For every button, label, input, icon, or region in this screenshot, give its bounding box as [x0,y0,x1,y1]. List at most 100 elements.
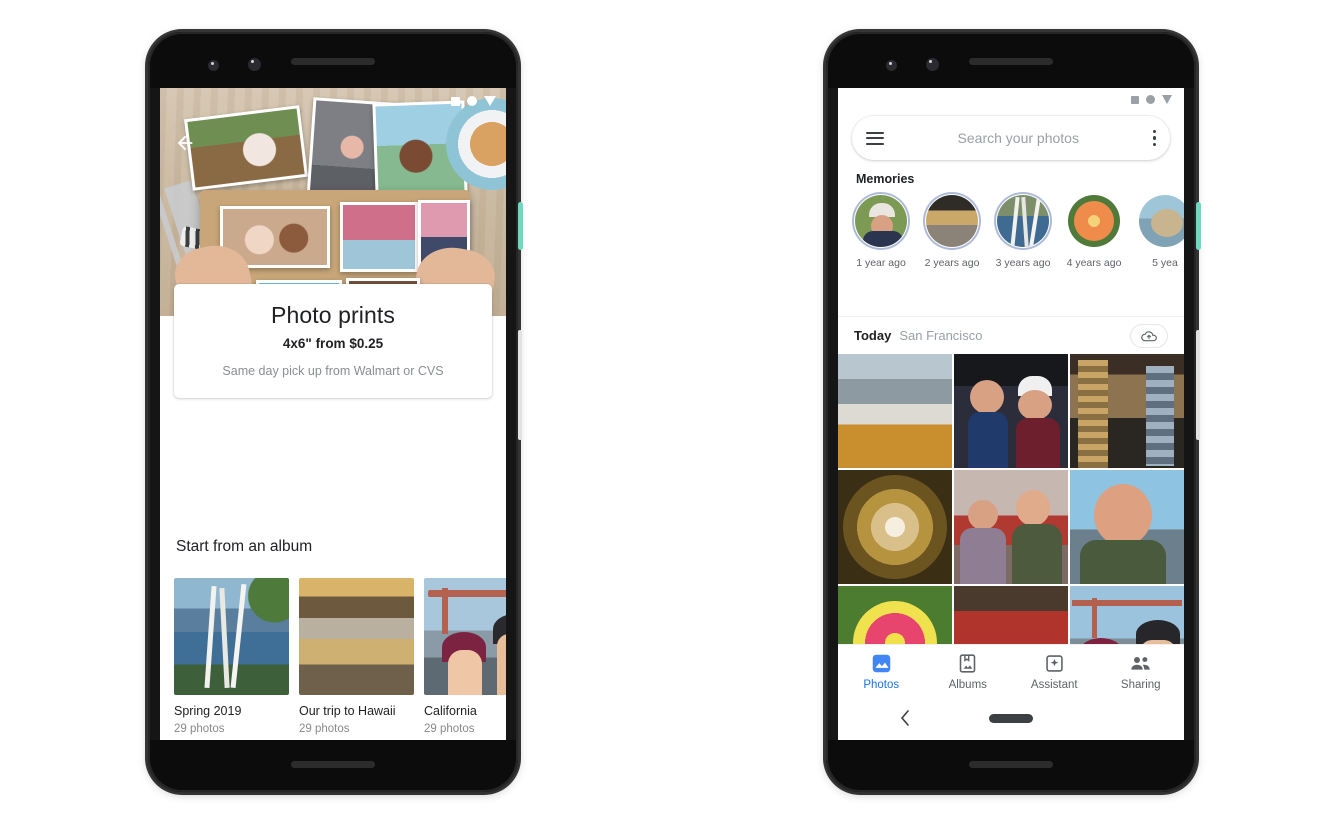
album-thumbnail [299,578,414,695]
front-camera-secondary-icon [248,58,261,71]
memory-ring [994,192,1052,250]
scrollbar-track[interactable] [518,330,522,440]
status-bar [1131,95,1172,104]
square-icon [1131,95,1139,104]
nav-label: Albums [948,678,987,691]
photo-cell[interactable] [1070,354,1184,468]
front-camera-secondary-icon [926,58,939,71]
memory-thumbnail [1068,195,1120,247]
chevron-left-icon[interactable] [900,710,910,731]
memory-thumbnail [855,195,907,247]
album-title: California [424,704,477,718]
nav-item-photos[interactable]: Photos [838,653,925,691]
bottom-speaker [291,761,375,768]
photo-prints-card[interactable]: Photo prints 4x6" from $0.25 Same day pi… [174,284,492,398]
more-vert-icon[interactable] [1152,129,1156,147]
photo-grid[interactable] [838,354,1184,644]
print-store-page: Photo prints 4x6" from $0.25 Same day pi… [160,88,506,740]
photo-cell[interactable] [954,586,1068,644]
memory-item[interactable]: 1 year ago [852,192,910,269]
album-thumbnail [424,578,506,695]
nav-item-assistant[interactable]: Assistant [1011,653,1098,691]
collage-photo [184,105,308,191]
search-bar[interactable]: Search your photos [852,116,1170,160]
left-phone-screen: Photo prints 4x6" from $0.25 Same day pi… [160,88,506,740]
memories-heading: Memories [856,172,915,186]
memory-label: 3 years ago [995,257,1051,269]
triangle-icon [1162,95,1172,104]
front-camera-icon [208,60,219,71]
scrollbar-thumb[interactable] [1196,202,1201,250]
nav-item-albums[interactable]: Albums [925,653,1012,691]
album-photo-count: 29 photos [299,723,350,735]
photo-cell[interactable] [838,470,952,584]
nav-label: Assistant [1030,678,1078,691]
memory-item[interactable]: 3 years ago [994,192,1052,269]
left-phone-device: Photo prints 4x6" from $0.25 Same day pi… [148,32,518,792]
nav-label: Photos [863,678,900,691]
photo-cell[interactable] [1070,586,1184,644]
circle-icon [1146,95,1155,104]
photo-cell[interactable] [1070,470,1184,584]
right-phone-device: Search your photos Memories 1 year ago 2… [826,32,1196,792]
photo-prints-title: Photo prints [271,302,395,328]
memory-item[interactable]: 2 years ago [923,192,981,269]
sharing-icon [1098,653,1185,675]
photo-cell[interactable] [954,470,1068,584]
memory-thumbnail [997,195,1049,247]
memory-ring [923,192,981,250]
front-camera-icon [886,60,897,71]
albums-icon [925,653,1012,675]
album-photo-count: 29 photos [424,723,475,735]
cloud-upload-icon[interactable] [1130,323,1168,348]
memory-label: 4 years ago [1066,257,1122,269]
album-title: Spring 2019 [174,704,242,718]
nav-item-sharing[interactable]: Sharing [1098,653,1185,691]
photo-prints-price: 4x6" from $0.25 [282,336,384,351]
memory-label: 2 years ago [924,257,980,269]
day-label: Today [854,328,892,343]
bottom-speaker [969,761,1053,768]
square-icon [451,96,460,106]
album-card-spring-2019[interactable]: Spring 2019 29 photos [174,578,289,735]
albums-section-title: Start from an album [176,538,313,555]
memory-thumbnail [1139,195,1184,247]
memory-thumbnail [926,195,978,247]
hamburger-menu-icon[interactable] [866,128,884,148]
photos-icon [838,653,925,675]
circle-icon [467,96,477,106]
screenshot-stage: Photo prints 4x6" from $0.25 Same day pi… [0,0,1343,839]
album-title: Our trip to Hawaii [299,704,396,718]
triangle-icon [484,96,496,106]
album-thumbnail [174,578,289,695]
photo-cell[interactable] [838,586,952,644]
photo-cell[interactable] [838,354,952,468]
status-bar [451,96,496,106]
photo-prints-note: Same day pick up from Walmart or CVS [222,364,444,378]
day-header: Today San Francisco [838,316,1184,354]
memories-carousel[interactable]: 1 year ago 2 years ago 3 years ago 4 yea… [852,192,1184,269]
album-photo-count: 29 photos [174,723,225,735]
scrollbar-thumb[interactable] [518,202,523,250]
photo-cell[interactable] [954,354,1068,468]
memory-item[interactable]: 5 yea [1136,192,1184,269]
album-card-our-trip-to-hawaii[interactable]: Our trip to Hawaii 29 photos [299,578,414,735]
albums-row[interactable]: Spring 2019 29 photos Our trip to Hawaii… [174,578,506,735]
memory-label: 5 yea [1152,257,1178,269]
location-label: San Francisco [899,328,983,343]
bottom-navigation[interactable]: Photos Albums Assistant Sharing [838,644,1184,698]
back-arrow-icon[interactable] [174,132,196,154]
search-input[interactable]: Search your photos [884,130,1153,146]
assistant-icon [1011,653,1098,675]
scrollbar-track[interactable] [1196,330,1200,440]
album-card-california[interactable]: California 29 photos [424,578,506,735]
memory-label: 1 year ago [856,257,906,269]
earpiece-speaker [969,58,1053,65]
memory-ring [1065,192,1123,250]
right-phone-screen: Search your photos Memories 1 year ago 2… [838,88,1184,740]
memory-item[interactable]: 4 years ago [1065,192,1123,269]
nav-label: Sharing [1120,678,1161,691]
hero-banner[interactable] [160,88,506,316]
home-pill[interactable] [989,714,1033,723]
earpiece-speaker [291,58,375,65]
